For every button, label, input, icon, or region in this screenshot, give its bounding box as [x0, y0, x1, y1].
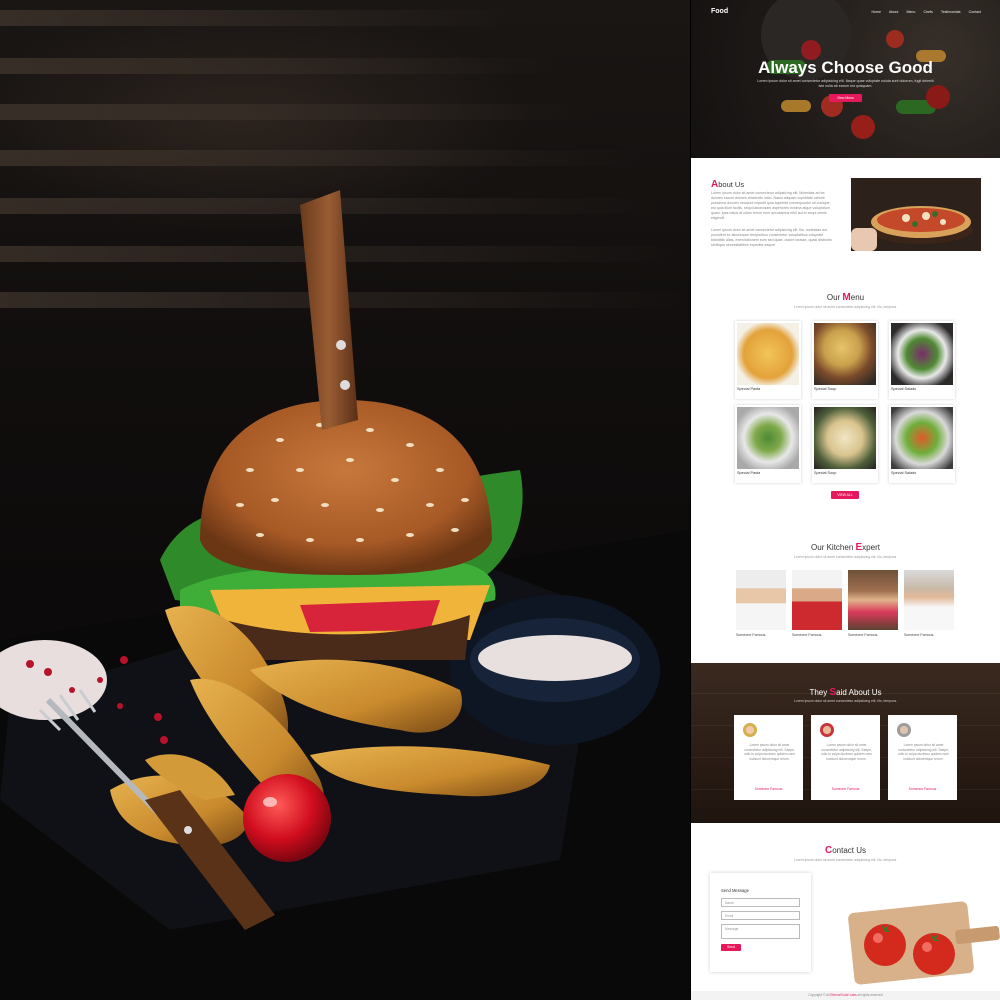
menu-card-label: Special Soup — [814, 471, 837, 475]
tomato-board-image — [848, 901, 1000, 985]
about-pizza-image — [851, 178, 981, 251]
nav-home[interactable]: Home — [871, 10, 881, 14]
about-title: About Us — [711, 179, 744, 190]
testimonial-name: Someone Famous — [831, 787, 860, 791]
burger-photo — [0, 0, 690, 1000]
chef-name: Someone Famous — [848, 633, 878, 637]
testimonial-text: Lorem ipsum dolor sit amet consectetur a… — [898, 743, 949, 761]
menu-card-label: Special Pasta — [737, 471, 761, 475]
testimonials-title-first: They — [809, 688, 830, 697]
chef-name: Someone Famous — [792, 633, 822, 637]
testimonial-text: Lorem ipsum dolor sit amet consectetur a… — [744, 743, 795, 761]
menu-card[interactable]: Special Soup — [812, 321, 878, 399]
pasta-image — [737, 323, 799, 385]
chef-card: Someone Famous — [736, 570, 786, 637]
nav-menu[interactable]: Menu — [906, 10, 915, 14]
footer-prefix: Copyright © All — [808, 993, 831, 997]
chef-name: Someone Famous — [904, 633, 934, 637]
burger-illustration — [0, 190, 690, 1000]
about-paragraph-2: Lorem ipsum dolor sit amet consectetur a… — [711, 228, 833, 247]
pasta-image — [737, 407, 799, 469]
avatar — [743, 723, 757, 737]
chefs-subtitle: Lorem ipsum dolor sit amet consectetur a… — [794, 555, 897, 559]
chef-photo — [736, 570, 786, 630]
menu-card[interactable]: Special Pasta — [735, 321, 801, 399]
chef-photo — [904, 570, 954, 630]
name-field[interactable]: Name — [721, 898, 800, 907]
nav-contact[interactable]: Contact — [969, 10, 981, 14]
testimonial-card: Lorem ipsum dolor sit amet consectetur a… — [888, 715, 957, 800]
salad-image — [891, 407, 953, 469]
avatar — [897, 723, 911, 737]
nav-testimonials[interactable]: Testimonials — [941, 10, 961, 14]
contact-title: Contact Us — [691, 845, 1000, 856]
hero-text: Lorem ipsum dolor sit amet consectetur a… — [757, 79, 934, 88]
testimonials-title: They Said About Us — [691, 687, 1000, 698]
footer-link[interactable]: Eternal Kode Labs — [830, 993, 856, 997]
form-heading: Send Message — [721, 888, 749, 893]
menu-title: Our Menu — [691, 292, 1000, 303]
view-menu-button[interactable]: View Menu — [829, 94, 862, 102]
menu-card[interactable]: Special Salads — [889, 405, 955, 483]
testimonials-subtitle: Lorem ipsum dolor sit amet consectetur a… — [794, 699, 897, 703]
menu-subtitle: Lorem ipsum dolor sit amet consectetur a… — [794, 305, 897, 309]
menu-card-label: Special Soup — [814, 387, 837, 391]
brand-logo[interactable]: Food — [711, 8, 728, 15]
testimonial-name: Someone Famous — [908, 787, 937, 791]
menu-card[interactable]: Special Soup — [812, 405, 878, 483]
contact-form: Send Message Name Email Message Send — [710, 873, 811, 972]
avatar — [820, 723, 834, 737]
testimonial-card: Lorem ipsum dolor sit amet consectetur a… — [811, 715, 880, 800]
testimonials-title-rest: aid About Us — [836, 688, 882, 697]
chefs-title-rest: xpert — [862, 543, 880, 552]
menu-card-label: Special Salads — [891, 387, 917, 391]
chefs-title-first: Our Kitchen — [811, 543, 856, 552]
testimonials-section: They Said About Us Lorem ipsum dolor sit… — [691, 663, 1000, 823]
chefs-title: Our Kitchen Expert — [691, 542, 1000, 553]
website-screenshot: Food Home About Menu Chefs Testimonials … — [691, 0, 1000, 1000]
footer: Copyright © All Eternal Kode Labs all ri… — [691, 991, 1000, 1000]
menu-card-label: Special Salads — [891, 471, 917, 475]
testimonial-name: Someone Famous — [754, 787, 783, 791]
chef-photo — [792, 570, 842, 630]
send-button[interactable]: Send — [721, 944, 741, 951]
chef-name: Someone Famous — [736, 633, 766, 637]
testimonial-text: Lorem ipsum dolor sit amet consectetur a… — [821, 743, 872, 761]
menu-title-first: Our — [826, 293, 843, 302]
email-field[interactable]: Email — [721, 911, 800, 920]
chef-card: Someone Famous — [848, 570, 898, 637]
about-title-rest: bout Us — [718, 180, 745, 189]
menu-card-label: Special Pasta — [737, 387, 761, 391]
about-paragraph-1: Lorem ipsum dolor sit amet consectetur a… — [711, 191, 831, 220]
hero-section: Food Home About Menu Chefs Testimonials … — [691, 0, 1000, 158]
view-all-button[interactable]: VIEW ALL — [831, 491, 859, 499]
footer-suffix: all rights reserved — [856, 993, 883, 997]
chef-photo — [848, 570, 898, 630]
testimonial-card: Lorem ipsum dolor sit amet consectetur a… — [734, 715, 803, 800]
chef-card: Someone Famous — [904, 570, 954, 637]
soup-image — [814, 407, 876, 469]
chef-card: Someone Famous — [792, 570, 842, 637]
menu-card[interactable]: Special Pasta — [735, 405, 801, 483]
soup-image — [814, 323, 876, 385]
hero-title: Always Choose Good — [758, 58, 933, 77]
contact-subtitle: Lorem ipsum dolor sit amet consectetur a… — [794, 858, 897, 862]
menu-card[interactable]: Special Salads — [889, 321, 955, 399]
salad-image — [891, 323, 953, 385]
nav-about[interactable]: About — [889, 10, 898, 14]
nav-links: Home About Menu Chefs Testimonials Conta… — [871, 10, 981, 14]
menu-title-rest: enu — [850, 293, 865, 302]
nav-chefs[interactable]: Chefs — [923, 10, 932, 14]
navbar: Food Home About Menu Chefs Testimonials … — [691, 6, 1000, 20]
message-field[interactable]: Message — [721, 924, 800, 939]
contact-title-rest: ontact Us — [832, 846, 867, 855]
menu-title-accent: M — [842, 292, 851, 303]
